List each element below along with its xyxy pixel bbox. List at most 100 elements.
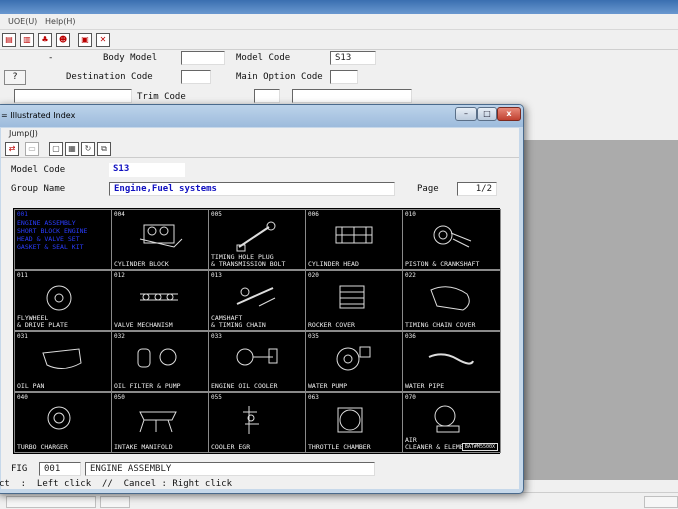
fig-code: 020 <box>308 272 319 279</box>
part-illustration <box>335 226 373 244</box>
fig-cell-031[interactable]: 031 OIL PAN <box>14 331 113 392</box>
illustrated-index-window: = Illustrated Index – □ x Jump(J) ⇄ ▭ ▢ … <box>0 104 524 494</box>
part-illustration <box>236 287 276 307</box>
fig-name: VALVE MECHANISM <box>114 321 173 329</box>
fig-code: 055 <box>211 394 222 401</box>
part-illustration <box>434 405 460 433</box>
fig-cell-063[interactable]: 063 THROTTLE CHAMBER <box>305 392 404 453</box>
app-toolbar: ▤ ▥ ♣ ☻ ▣ ✕ <box>0 30 678 50</box>
part-illustration <box>140 293 178 301</box>
window-body: Model Code S13 Group Name Engine,Fuel sy… <box>1 158 519 488</box>
option-field-left[interactable] <box>14 89 132 103</box>
fig-name: ENGINE ASSEMBLY SHORT BLOCK ENGINE HEAD … <box>17 219 88 251</box>
trim-code-description-field[interactable] <box>292 89 412 103</box>
parts-list-icon[interactable]: ▥ <box>20 33 34 47</box>
fig-code: 050 <box>114 394 125 401</box>
tree-icon[interactable]: ♣ <box>38 33 52 47</box>
fig-code: 070 <box>405 394 416 401</box>
fig-name: PISTON & CRANKSHAFT <box>405 260 480 268</box>
part-illustration <box>42 348 82 369</box>
model-code-label: Model Code <box>236 53 291 63</box>
fig-cell-032[interactable]: 032 OIL FILTER & PUMP <box>111 331 210 392</box>
fig-cell-055[interactable]: 055 COOLER EGR <box>208 392 307 453</box>
close-button[interactable]: x <box>497 107 521 121</box>
fig-code: 011 <box>17 272 28 279</box>
fig-code: 001 <box>17 211 28 218</box>
fig-name: TIMING CHAIN COVER <box>405 321 476 329</box>
part-illustration <box>139 411 177 433</box>
part-illustration <box>428 353 474 365</box>
window-footer: FIG 001 ENGINE ASSEMBLY ct : Left click … <box>0 459 519 489</box>
fig-cell-005[interactable]: 005 TIMING HOLE PLUG & TRANSMISSION BOLT <box>208 209 307 270</box>
part-illustration <box>236 348 278 366</box>
grid-icon[interactable]: ▦ <box>65 142 79 156</box>
fig-code: 012 <box>114 272 125 279</box>
fig-cell-040[interactable]: 040 TURBO CHARGER <box>14 392 113 453</box>
fig-code: 033 <box>211 333 222 340</box>
fig-code: 004 <box>114 211 125 218</box>
fig-cell-050[interactable]: 050 INTAKE MANIFOLD <box>111 392 210 453</box>
part-illustration <box>339 285 365 309</box>
window-title-bar[interactable]: = Illustrated Index – □ x <box>0 105 523 127</box>
copy-icon[interactable]: ⧉ <box>97 142 111 156</box>
app-menu-bar: UOE(U) Help(H) <box>0 14 678 30</box>
help-button[interactable]: ? <box>4 70 26 85</box>
part-illustration <box>336 346 371 371</box>
part-illustration <box>139 224 183 248</box>
fig-name: COOLER EGR <box>211 443 251 451</box>
status-cell-1 <box>6 496 96 508</box>
fig-code: 032 <box>114 333 125 340</box>
exit-icon[interactable]: ✕ <box>96 33 110 47</box>
body-model-field[interactable] <box>181 51 225 65</box>
fig-cell-001[interactable]: 001 ENGINE ASSEMBLY SHORT BLOCK ENGINE HE… <box>14 209 113 270</box>
fig-code: 005 <box>211 211 222 218</box>
minimize-button[interactable]: – <box>455 107 477 121</box>
fig-cell-011[interactable]: 011 FLYWHEEL & DRIVE PLATE <box>14 270 113 331</box>
maximize-button[interactable]: □ <box>477 107 497 121</box>
fig-cell-033[interactable]: 033 ENGINE OIL COOLER <box>208 331 307 392</box>
fig-name: CYLINDER BLOCK <box>114 260 169 268</box>
menu-jump[interactable]: Jump(J) <box>9 129 38 138</box>
main-option-code-label: Main Option Code <box>236 72 323 82</box>
fig-cell-036[interactable]: 036 WATER PIPE <box>402 331 501 392</box>
fig-cell-020[interactable]: 020 ROCKER COVER <box>305 270 404 331</box>
part-illustration <box>46 285 72 311</box>
group-name-label: Group Name <box>11 184 66 194</box>
jump-icon[interactable]: ⇄ <box>5 142 19 156</box>
destination-code-field[interactable] <box>181 70 211 84</box>
fig-name: ENGINE OIL COOLER <box>211 382 278 390</box>
fig-code: 010 <box>405 211 416 218</box>
trim-code-label: Trim Code <box>137 92 186 102</box>
part-illustration <box>433 225 472 248</box>
fig-cell-010[interactable]: 010 PISTON & CRANKSHAFT <box>402 209 501 270</box>
menu-uoe[interactable]: UOE(U) <box>8 17 37 26</box>
fig-cell-004[interactable]: 004 CYLINDER BLOCK <box>111 209 210 270</box>
fig-name: ROCKER COVER <box>308 321 355 329</box>
fig-code: 040 <box>17 394 28 401</box>
fig-label: FIG <box>11 464 28 474</box>
page-icon[interactable]: ▢ <box>49 142 63 156</box>
trim-code-field[interactable] <box>254 89 280 103</box>
app-workspace <box>520 140 678 480</box>
fig-code: 006 <box>308 211 319 218</box>
model-code-field[interactable]: S13 <box>330 51 376 65</box>
body-model-label: Body Model <box>103 53 158 63</box>
refresh-icon[interactable]: ↻ <box>81 142 95 156</box>
dash-label: - <box>48 53 54 63</box>
fig-code: 063 <box>308 394 319 401</box>
fig-cell-035[interactable]: 035 WATER PUMP <box>305 331 404 392</box>
fig-cell-012[interactable]: 012 VALVE MECHANISM <box>111 270 210 331</box>
people-icon[interactable]: ☻ <box>56 33 70 47</box>
app-title-bar <box>0 0 678 14</box>
fig-name: OIL FILTER & PUMP <box>114 382 181 390</box>
print-icon[interactable]: ▤ <box>2 33 16 47</box>
fig-name: WATER PUMP <box>308 382 348 390</box>
fig-cell-070[interactable]: 070 AIR CLEANER & ELEMENT BAT#M5500X <box>402 392 501 453</box>
fig-cell-013[interactable]: 013 CAMSHAFT & TIMING CHAIN <box>208 270 307 331</box>
window-icon[interactable]: ▣ <box>78 33 92 47</box>
fig-cell-022[interactable]: 022 TIMING CHAIN COVER <box>402 270 501 331</box>
menu-help[interactable]: Help(H) <box>45 17 76 26</box>
fig-cell-006[interactable]: 006 CYLINDER HEAD <box>305 209 404 270</box>
main-option-code-field[interactable] <box>330 70 358 84</box>
page-value: 1/2 <box>457 182 497 196</box>
